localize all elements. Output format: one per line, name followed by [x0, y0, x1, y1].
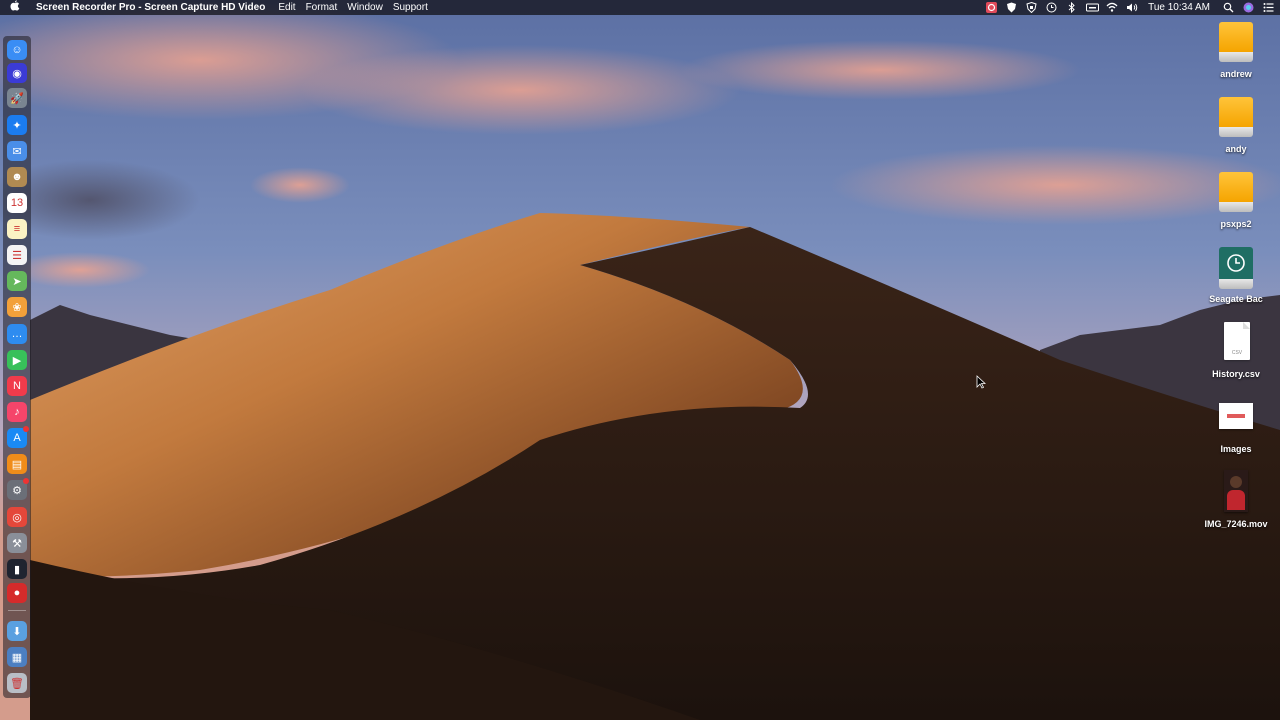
desktop-icon-history-csv[interactable]: CSV History.csv: [1196, 320, 1276, 379]
siri-icon[interactable]: ◉: [7, 63, 27, 83]
trash-icon[interactable]: 🗑: [7, 673, 27, 693]
wallpaper: [0, 0, 1280, 720]
desktop-icon-andrew[interactable]: andrew: [1196, 20, 1276, 79]
chrome-icon[interactable]: ◎: [7, 507, 27, 527]
status-menus: Tue 10:34 AM: [986, 0, 1274, 15]
notification-badge: [23, 478, 29, 484]
mouse-cursor: [976, 375, 986, 389]
downloads-folder-icon[interactable]: ⬇: [7, 621, 27, 641]
safari-icon[interactable]: ✦: [7, 115, 27, 135]
desktop-icon-label: Seagate Bac: [1209, 294, 1263, 304]
apple-menu-icon[interactable]: [0, 0, 30, 16]
calendar-icon[interactable]: 13: [7, 193, 27, 213]
desktop-icon-label: Images: [1220, 444, 1252, 454]
menu-format[interactable]: Format: [301, 0, 343, 15]
desktop-icon-label: psxps2: [1220, 219, 1252, 229]
desktop-icon-images[interactable]: Images: [1196, 395, 1276, 454]
csv-file-icon: CSV: [1216, 320, 1256, 366]
maps-icon[interactable]: ➤: [7, 271, 27, 291]
app-store-icon[interactable]: A: [7, 426, 29, 448]
launchpad-icon[interactable]: 🚀: [7, 88, 27, 108]
app-name-menu[interactable]: Screen Recorder Pro - Screen Capture HD …: [30, 0, 273, 15]
dock-separator: [8, 610, 26, 611]
wifi-icon[interactable]: [1106, 2, 1118, 13]
desktop[interactable]: Screen Recorder Pro - Screen Capture HD …: [0, 0, 1280, 720]
photos-icon[interactable]: ❀: [7, 297, 27, 317]
clock[interactable]: Tue 10:34 AM: [1148, 0, 1210, 15]
system-preferences-icon[interactable]: ⚙: [7, 478, 29, 500]
spotlight-search-icon[interactable]: [1223, 2, 1234, 13]
menu-edit[interactable]: Edit: [273, 0, 300, 15]
books-icon[interactable]: ▤: [7, 454, 27, 474]
desktop-icon-label: History.csv: [1212, 369, 1260, 379]
messages-icon[interactable]: …: [7, 324, 27, 344]
notification-badge: [23, 426, 29, 432]
keyboard-icon[interactable]: [1086, 2, 1100, 13]
news-icon[interactable]: N: [7, 376, 27, 396]
reminders-icon[interactable]: ☰: [7, 245, 27, 265]
desktop-icon-label: IMG_7246.mov: [1204, 519, 1268, 529]
external-drive-icon: [1216, 170, 1256, 216]
screen-recorder-icon[interactable]: ●: [7, 583, 27, 603]
utilities-icon[interactable]: ⚒: [7, 533, 27, 553]
desktop-icon-label: andy: [1225, 144, 1247, 154]
movie-file-icon: [1216, 470, 1256, 516]
menu-bar: Screen Recorder Pro - Screen Capture HD …: [0, 0, 1280, 15]
notes-icon[interactable]: ≡: [7, 219, 27, 239]
dock: ☺ ◉ 🚀 ✦ ✉ ☻ 13 ≡ ☰ ➤ ❀ … ▶ N ♪ A ▤ ⚙ ◎ ⚒ ▮ ● ⬇ ▦ 🗑: [3, 36, 31, 698]
menu-window[interactable]: Window: [342, 0, 388, 15]
finder-icon[interactable]: ☺: [7, 40, 27, 60]
menu-support[interactable]: Support: [388, 0, 433, 15]
vpn-icon[interactable]: [1026, 1, 1037, 14]
desktop-icon-seagate-bac[interactable]: Seagate Bac: [1196, 245, 1276, 304]
screen-recorder-status-icon[interactable]: [986, 2, 998, 13]
external-drive-icon: [1216, 95, 1256, 141]
bluetooth-icon[interactable]: [1066, 1, 1077, 14]
desktop-icon-psxps2[interactable]: psxps2: [1196, 170, 1276, 229]
activity-monitor-icon[interactable]: ▮: [7, 559, 27, 579]
notification-center-icon[interactable]: [1263, 2, 1274, 13]
desktop-icon-andy[interactable]: andy: [1196, 95, 1276, 154]
image-file-icon: [1216, 395, 1256, 441]
volume-icon[interactable]: [1126, 2, 1138, 13]
backup-drive-icon: [1216, 245, 1256, 291]
time-machine-icon[interactable]: [1046, 2, 1057, 13]
desktop-icon-img-7246-mov[interactable]: IMG_7246.mov: [1196, 470, 1276, 529]
contacts-icon[interactable]: ☻: [7, 167, 27, 187]
siri-icon[interactable]: [1243, 2, 1254, 13]
facetime-icon[interactable]: ▶: [7, 350, 27, 370]
external-drive-icon: [1216, 20, 1256, 66]
music-icon[interactable]: ♪: [7, 402, 27, 422]
shield-icon[interactable]: [1006, 2, 1017, 13]
desktop-icon-label: andrew: [1220, 69, 1252, 79]
documents-stack-icon[interactable]: ▦: [7, 647, 27, 667]
mail-icon[interactable]: ✉: [7, 141, 27, 161]
